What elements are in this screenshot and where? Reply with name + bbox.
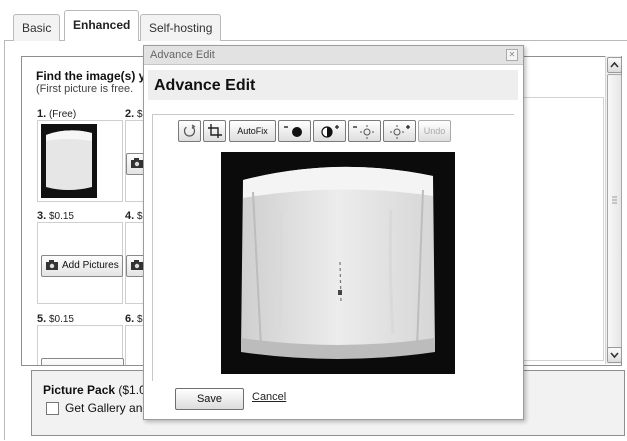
camera-icon xyxy=(131,260,143,270)
edited-photo xyxy=(221,152,455,374)
scroll-thumb[interactable] xyxy=(607,74,622,360)
chevron-up-icon xyxy=(610,61,619,68)
find-images-subtitle: (First picture is free. xyxy=(36,83,134,95)
slot-3-label: 3. $0.15 xyxy=(37,210,74,222)
tab-basic[interactable]: Basic xyxy=(13,14,61,41)
slot-1-thumbnail[interactable] xyxy=(38,121,122,201)
crop-icon xyxy=(208,124,222,138)
contrast-decrease-icon xyxy=(284,126,302,137)
brightness-decrease-icon xyxy=(353,125,374,139)
dialog-title-bar[interactable]: Advance Edit ✕ xyxy=(144,46,523,65)
picture-pack-title: Picture Pack ($1.0 xyxy=(43,383,146,397)
slot-4-label: 4. $ xyxy=(125,210,143,222)
dialog-bar-title: Advance Edit xyxy=(150,49,215,61)
camera-icon xyxy=(131,158,143,168)
grip-icon xyxy=(612,196,617,204)
rotate-button[interactable] xyxy=(178,120,201,142)
autofix-button[interactable]: AutoFix xyxy=(229,120,276,142)
contrast-increase-icon xyxy=(321,125,339,138)
save-button[interactable]: Save xyxy=(175,388,244,410)
slot-3[interactable]: Add Pictures xyxy=(37,222,123,304)
contrast-increase-button[interactable] xyxy=(313,120,346,142)
contrast-decrease-button[interactable] xyxy=(278,120,311,142)
tab-enhanced[interactable]: Enhanced xyxy=(64,10,140,41)
dialog-heading: Advance Edit xyxy=(154,77,256,94)
tab-self-hosting[interactable]: Self-hosting xyxy=(140,14,222,41)
dialog-header: Advance Edit xyxy=(148,70,518,100)
slot-6-label: 6. $ xyxy=(125,313,143,325)
undo-button[interactable]: Undo xyxy=(418,120,451,142)
add-pictures-button-3[interactable]: Add Pictures xyxy=(41,255,123,277)
scroll-down-button[interactable] xyxy=(607,347,622,363)
slot-1[interactable] xyxy=(37,120,123,202)
scroll-up-button[interactable] xyxy=(607,57,622,73)
gallery-checkbox[interactable] xyxy=(46,402,59,415)
crop-button[interactable] xyxy=(203,120,226,142)
advance-edit-dialog: Advance Edit ✕ Advance Edit AutoFix Undo xyxy=(143,45,524,420)
chevron-down-icon xyxy=(610,352,619,359)
brightness-increase-icon xyxy=(390,125,410,139)
rotate-icon xyxy=(183,124,196,137)
slot-5-label: 5. $0.15 xyxy=(37,313,74,325)
slot-2-label: 2. $ xyxy=(125,108,143,120)
panel-scrollbar[interactable] xyxy=(605,56,622,364)
add-pictures-label: Add Pictures xyxy=(62,260,119,271)
camera-icon xyxy=(46,260,58,270)
slot-1-label: 1. (Free) xyxy=(37,108,77,120)
cancel-link[interactable]: Cancel xyxy=(252,391,286,403)
find-images-title: Find the image(s) yo xyxy=(36,69,153,83)
slot-5[interactable] xyxy=(37,325,124,365)
photo-tent-image xyxy=(241,166,435,359)
brightness-increase-button[interactable] xyxy=(383,120,416,142)
close-icon[interactable]: ✕ xyxy=(506,49,518,61)
add-pictures-button-5[interactable] xyxy=(41,358,124,365)
brightness-decrease-button[interactable] xyxy=(348,120,381,142)
gallery-checkbox-label: Get Gallery and xyxy=(65,401,150,415)
